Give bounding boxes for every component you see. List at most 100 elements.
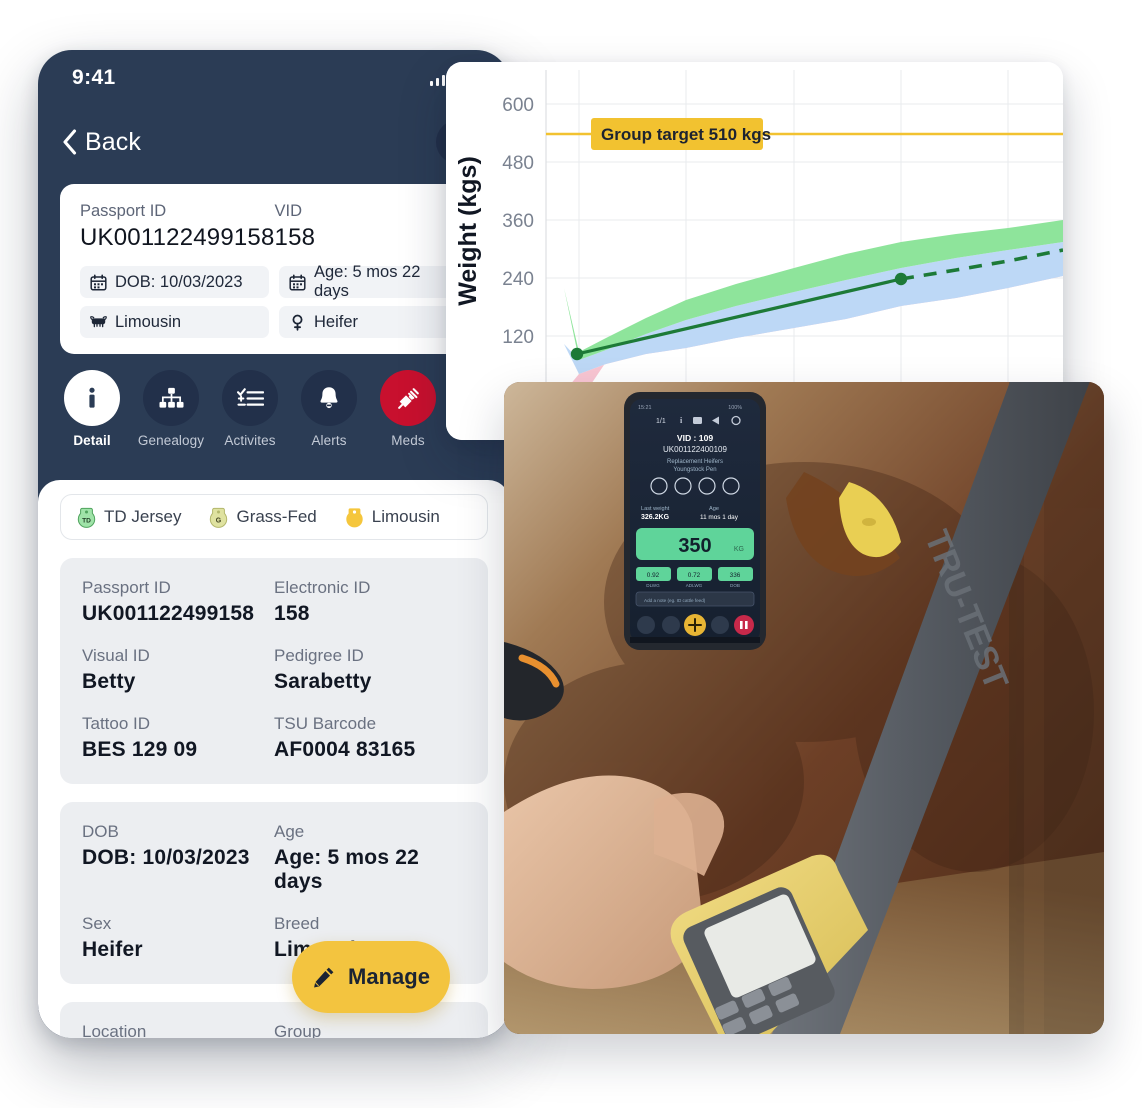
- tab-meds[interactable]: Meds: [372, 370, 444, 448]
- field-photo: 15:21 100% 1/1 i VID : 109 UK00112240010…: [504, 382, 1104, 1034]
- field-dob: DOB DOB: 10/03/2023: [82, 822, 274, 894]
- manage-button-label: Manage: [348, 964, 430, 989]
- device-stat-1: 0.92: [647, 572, 660, 579]
- manage-button[interactable]: Manage: [292, 941, 450, 1013]
- card-row: Tattoo ID BES 129 09 TSU Barcode AF0004 …: [82, 714, 466, 762]
- field-label: Visual ID: [82, 646, 150, 665]
- device-stat-2: 0.72: [688, 572, 701, 579]
- bell-icon: [301, 370, 357, 426]
- tab-activites[interactable]: Activites: [214, 370, 286, 448]
- card-row: Visual ID Betty Pedigree ID Sarabetty: [82, 646, 466, 694]
- calendar-icon: [289, 274, 306, 291]
- device-stat-3: 336: [730, 572, 741, 579]
- field-visual-id: Visual ID Betty: [82, 646, 274, 694]
- tab-activites-label: Activites: [224, 433, 276, 448]
- tab-detail[interactable]: Detail: [56, 370, 128, 448]
- tag-bar: TD TD Jersey G Grass-Fed Limousin: [60, 494, 488, 540]
- chart-y-axis-title: Weight (kgs): [454, 156, 482, 306]
- animal-summary-card: Passport ID UK001122499158 VID 158 DOB: …: [60, 184, 488, 354]
- tag-limousin[interactable]: Limousin: [345, 507, 440, 528]
- ear-tag-icon: G: [209, 507, 228, 528]
- device-status-time: 15:21: [638, 405, 652, 411]
- ear-tag-icon: [345, 507, 364, 528]
- summary-passport-label: Passport ID: [80, 202, 167, 220]
- y-tick-label: 240: [502, 269, 534, 290]
- field-age: Age Age: 5 mos 22 days: [274, 822, 466, 894]
- card-row: Location West field Group Lim Herd: [82, 1022, 466, 1038]
- field-label: Breed: [274, 914, 320, 933]
- field-label: Pedigree ID: [274, 646, 364, 665]
- device-weight-value: 350: [678, 535, 711, 557]
- field-value: UK001122499158: [82, 602, 255, 625]
- tag-grass-fed-label: Grass-Fed: [236, 507, 317, 526]
- data-point-marker[interactable]: [570, 347, 584, 361]
- data-point-marker[interactable]: [894, 272, 908, 286]
- field-tattoo-id: Tattoo ID BES 129 09: [82, 714, 274, 762]
- device-passport: UK001122400109: [663, 445, 727, 454]
- chip-dob-text: DOB: 10/03/2023: [115, 272, 243, 291]
- ear-tag-icon: TD: [77, 507, 96, 528]
- tab-genealogy[interactable]: Genealogy: [135, 370, 207, 448]
- summary-vid-label: VID: [274, 202, 303, 220]
- device-age-label: Age: [709, 506, 719, 512]
- chip-age-text: Age: 5 mos 22 days: [314, 263, 421, 300]
- field-value: DOB: 10/03/2023: [82, 846, 250, 869]
- device-group-2: Youngstock Pen: [673, 467, 716, 473]
- field-label: Electronic ID: [274, 578, 371, 597]
- field-sex: Sex Heifer: [82, 914, 274, 962]
- field-group: Group Lim Herd: [274, 1022, 466, 1038]
- chip-dob: DOB: 10/03/2023: [80, 266, 269, 298]
- chip-breed-text: Limousin: [115, 312, 182, 331]
- field-label: Tattoo ID: [82, 714, 151, 733]
- field-value: Heifer: [82, 938, 143, 961]
- summary-passport-value: UK001122499158: [80, 224, 275, 251]
- field-tsu-barcode: TSU Barcode AF0004 83165: [274, 714, 466, 762]
- y-tick-label: 480: [502, 153, 534, 174]
- field-value: 158: [274, 602, 310, 625]
- device-stat-3-label: DOB: [730, 583, 740, 588]
- device-last-weight-value: 326.2KG: [641, 514, 670, 521]
- svg-text:TD: TD: [82, 517, 91, 524]
- chip-age: Age: 5 mos 22 days: [279, 263, 468, 300]
- y-tick-label: 360: [502, 211, 534, 232]
- summary-chip-grid: DOB: 10/03/2023 Age: 5 mos 22 days Limou…: [80, 263, 468, 338]
- back-label: Back: [85, 127, 141, 156]
- nav-bar: Back i: [38, 106, 510, 178]
- device-note-placeholder: Add a note (eg. ID cattle feed): [644, 598, 706, 603]
- field-value: Betty: [82, 670, 136, 693]
- checklist-icon: [222, 370, 278, 426]
- field-value: AF0004 83165: [274, 738, 416, 761]
- y-tick-label: 600: [502, 95, 534, 116]
- field-label: Sex: [82, 914, 112, 933]
- summary-vid: VID 158: [275, 202, 468, 252]
- field-photo-card: 15:21 100% 1/1 i VID : 109 UK00112240010…: [504, 382, 1104, 1034]
- chip-breed: Limousin: [80, 306, 269, 338]
- tab-meds-label: Meds: [391, 433, 425, 448]
- tab-alerts[interactable]: Alerts: [293, 370, 365, 448]
- field-label: Location: [82, 1022, 147, 1038]
- field-electronic-id: Electronic ID 158: [274, 578, 466, 626]
- field-value: Sarabetty: [274, 670, 372, 693]
- field-value: Age: 5 mos 22 days: [274, 846, 419, 893]
- field-pedigree-id: Pedigree ID Sarabetty: [274, 646, 466, 694]
- tag-grass-fed[interactable]: G Grass-Fed: [209, 507, 317, 528]
- phone-mockup: 9:41 Back i Passport ID UK0011224: [38, 50, 510, 1038]
- y-tick-label: 120: [502, 327, 534, 348]
- device-age-value: 11 mos 1 day: [700, 514, 739, 521]
- back-button[interactable]: Back: [62, 128, 141, 157]
- syringe-icon: [380, 370, 436, 426]
- handheld-phone: 15:21 100% 1/1 i VID : 109 UK00112240010…: [624, 392, 766, 650]
- card-row: Passport ID UK001122499158 Electronic ID…: [82, 578, 466, 626]
- chevron-left-icon: [62, 129, 77, 155]
- tab-genealogy-label: Genealogy: [137, 433, 205, 448]
- summary-passport: Passport ID UK001122499158: [80, 202, 275, 252]
- pencil-icon: [312, 965, 336, 989]
- tag-td-jersey[interactable]: TD TD Jersey: [77, 507, 181, 528]
- status-time: 9:41: [72, 66, 116, 89]
- field-value: BES 129 09: [82, 738, 198, 761]
- tag-limousin-label: Limousin: [371, 507, 440, 526]
- field-label: Group: [274, 1022, 322, 1038]
- cow-icon: [90, 314, 107, 331]
- field-label: TSU Barcode: [274, 714, 377, 733]
- chip-sex-text: Heifer: [314, 312, 359, 331]
